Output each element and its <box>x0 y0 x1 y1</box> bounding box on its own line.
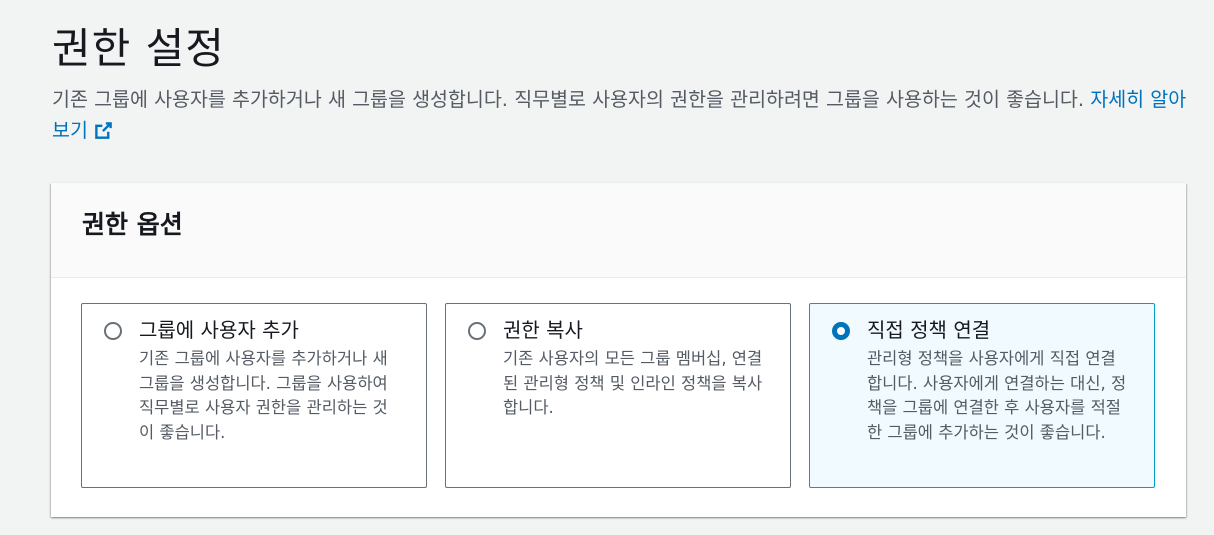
tile-label-copy-permissions: 권한 복사 <box>503 318 583 342</box>
page-title: 권한 설정 <box>52 24 225 73</box>
tile-copy-permissions[interactable]: 권한 복사 기존 사용자의 모든 그룹 멤버십, 연결된 관리형 정책 및 인라… <box>445 303 791 488</box>
tile-attach-policies-directly[interactable]: 직접 정책 연결 관리형 정책을 사용자에게 직접 연결합니다. 사용자에게 연… <box>809 303 1155 488</box>
permission-options-container: 권한 옵션 그룹에 사용자 추가 기존 그룹에 사용자를 추가하거나 새 그룹을… <box>51 183 1186 517</box>
tile-description-attach-policies-directly: 관리형 정책을 사용자에게 직접 연결합니다. 사용자에게 연결하는 대신, 정… <box>867 349 1127 442</box>
tile-add-user-to-group[interactable]: 그룹에 사용자 추가 기존 그룹에 사용자를 추가하거나 새 그룹을 생성합니다… <box>81 303 427 488</box>
radio-attach-policies-directly[interactable] <box>832 322 850 340</box>
page-description: 기존 그룹에 사용자를 추가하거나 새 그룹을 생성합니다. 직무별로 사용자의… <box>52 84 1192 146</box>
tile-description-copy-permissions: 기존 사용자의 모든 그룹 멤버십, 연결된 관리형 정책 및 인라인 정책을 … <box>503 349 763 417</box>
permission-options-title: 권한 옵션 <box>82 210 183 239</box>
container-header: 권한 옵션 <box>51 183 1186 278</box>
external-link-icon <box>95 122 112 139</box>
radio-add-user-to-group[interactable] <box>104 322 122 340</box>
tile-label-add-user-to-group: 그룹에 사용자 추가 <box>139 318 299 342</box>
page-header: 권한 설정 기존 그룹에 사용자를 추가하거나 새 그룹을 생성합니다. 직무별… <box>52 22 1192 146</box>
tile-description-add-user-to-group: 기존 그룹에 사용자를 추가하거나 새 그룹을 생성합니다. 그룹을 사용하여 … <box>139 349 388 442</box>
tile-label-attach-policies-directly: 직접 정책 연결 <box>867 318 991 342</box>
radio-copy-permissions[interactable] <box>468 322 486 340</box>
page-description-text: 기존 그룹에 사용자를 추가하거나 새 그룹을 생성합니다. 직무별로 사용자의… <box>52 88 1085 111</box>
permission-option-tiles: 그룹에 사용자 추가 기존 그룹에 사용자를 추가하거나 새 그룹을 생성합니다… <box>81 303 1155 488</box>
